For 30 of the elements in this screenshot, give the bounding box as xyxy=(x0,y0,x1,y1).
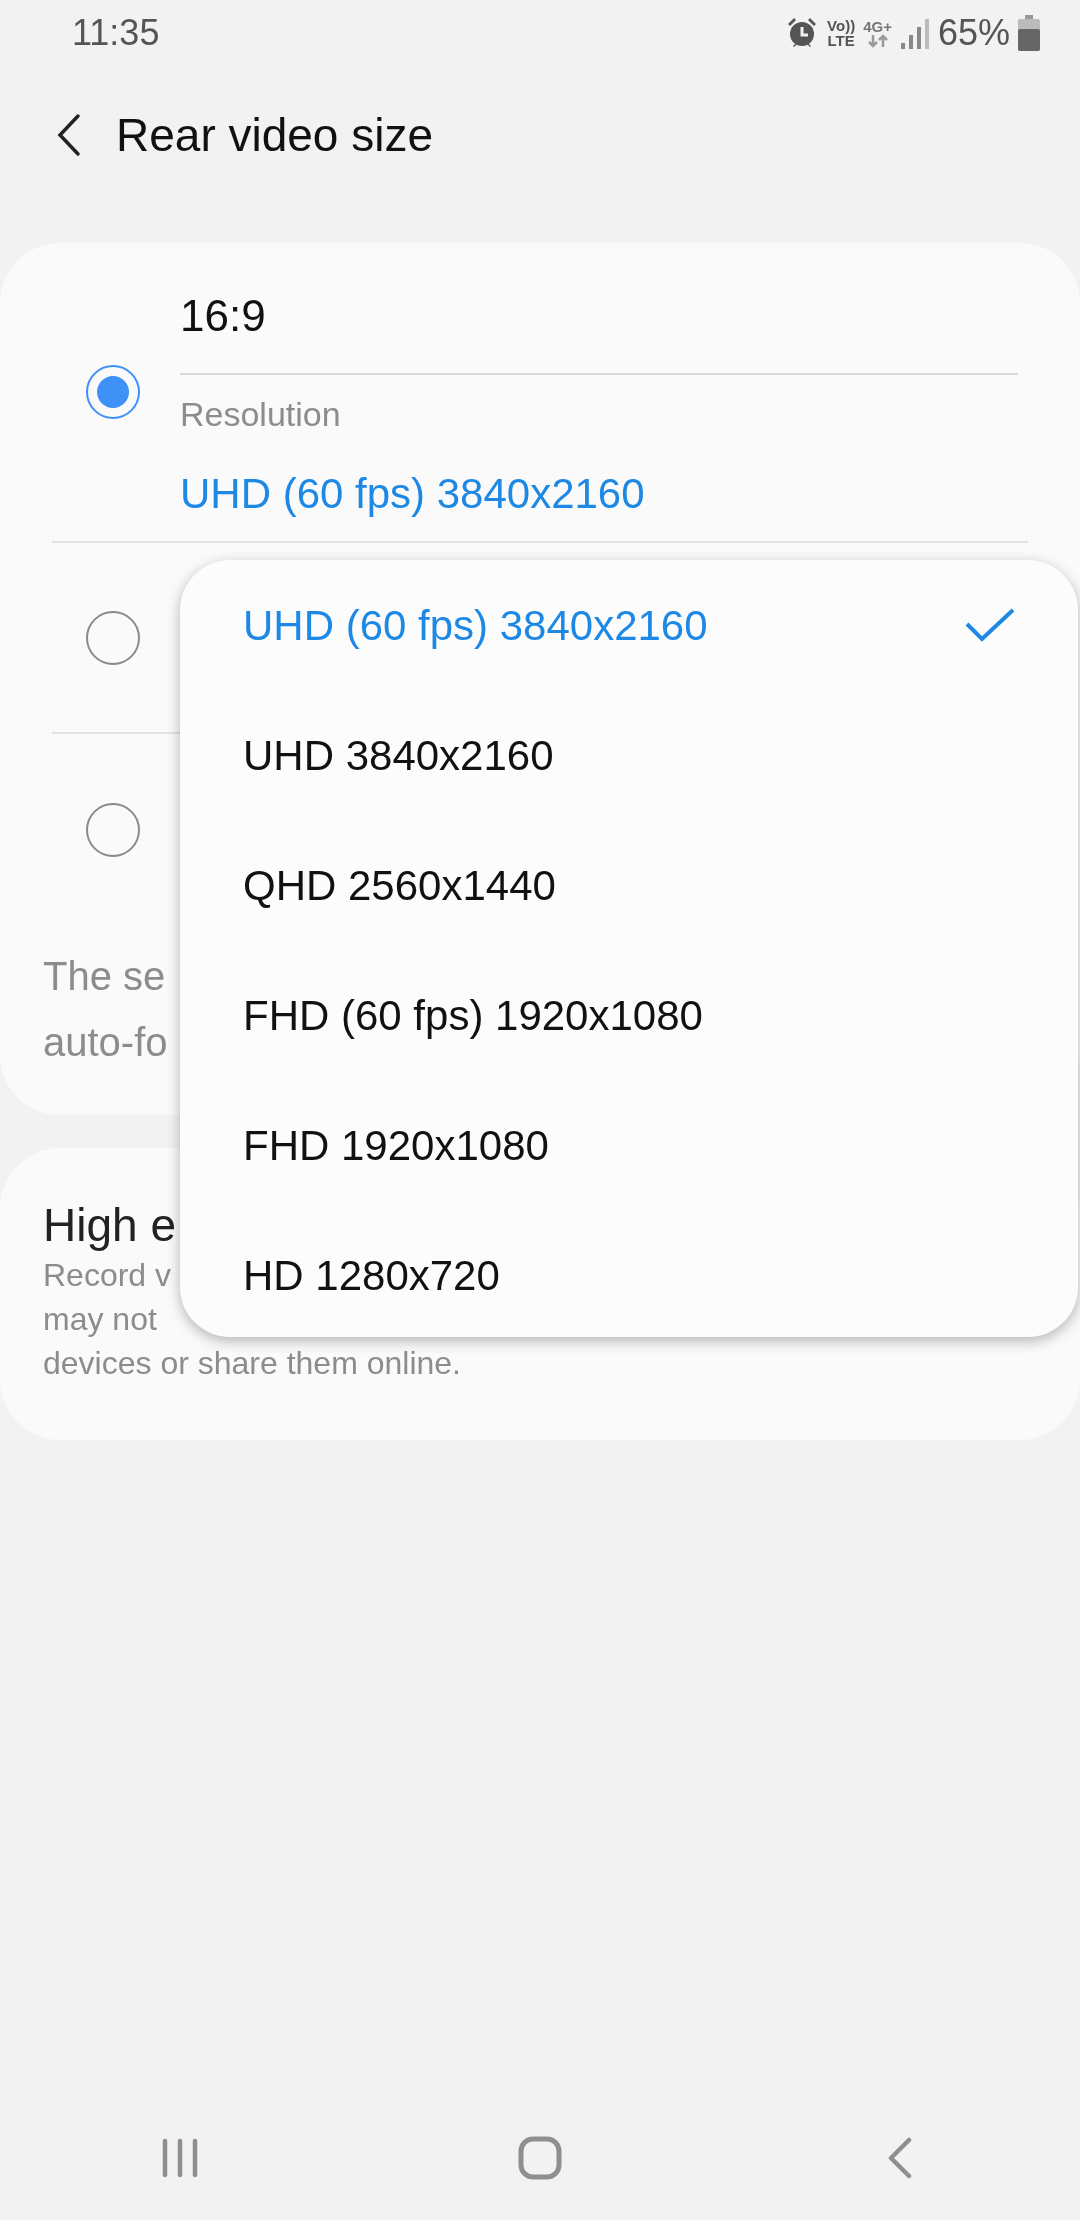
menu-item[interactable]: FHD (60 fps) 1920x1080 xyxy=(180,950,1078,1080)
signal-icon xyxy=(899,17,930,49)
setting-title: High e xyxy=(43,1199,176,1251)
back-nav-icon[interactable] xyxy=(887,2136,913,2179)
battery-icon xyxy=(1018,15,1040,51)
page-title: Rear video size xyxy=(116,107,434,163)
option-label: 16:9 xyxy=(180,243,1018,375)
lte-label: LTE xyxy=(827,33,855,48)
resolution-value[interactable]: UHD (60 fps) 3840x2160 xyxy=(180,470,645,517)
radio-button[interactable] xyxy=(86,365,140,419)
resolution-label: Resolution xyxy=(180,395,341,433)
home-icon[interactable] xyxy=(518,2135,562,2180)
radio-button[interactable] xyxy=(86,802,140,857)
menu-item[interactable]: QHD 2560x1440 xyxy=(180,820,1078,950)
volte-label: Vo)) xyxy=(827,18,856,33)
note-text: The se xyxy=(43,954,166,998)
menu-item[interactable]: HD 1280x720 xyxy=(180,1210,1078,1340)
menu-item[interactable]: FHD 1920x1080 xyxy=(180,1080,1078,1210)
setting-description: Record v xyxy=(43,1257,172,1294)
menu-item[interactable]: UHD (60 fps) 3840x2160 xyxy=(180,560,1078,690)
note-text: auto-fo xyxy=(43,1020,168,1064)
check-icon xyxy=(964,607,1016,643)
setting-description: devices or share them online. xyxy=(43,1345,461,1382)
battery-percent: 65% xyxy=(937,11,1010,55)
back-icon[interactable] xyxy=(56,113,82,157)
network-label: 4G+ xyxy=(863,18,892,34)
menu-item[interactable]: UHD 3840x2160 xyxy=(180,690,1078,820)
status-time: 11:35 xyxy=(72,11,160,55)
setting-description: may not xyxy=(43,1301,157,1338)
radio-button[interactable] xyxy=(86,610,140,665)
